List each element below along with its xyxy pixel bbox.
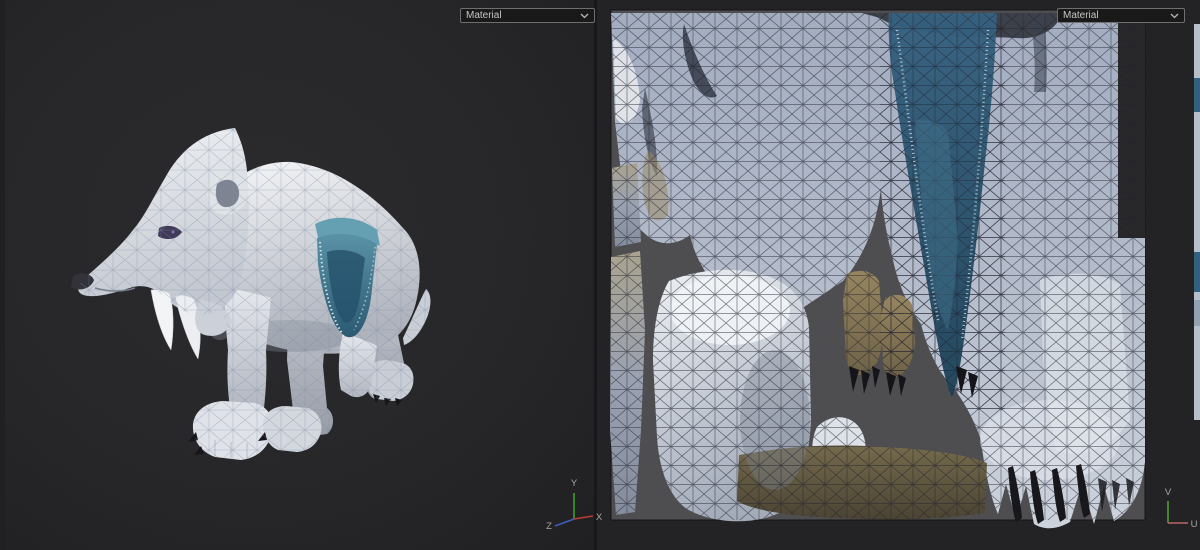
y-axis-label: Y: [571, 478, 578, 489]
material-selector-right[interactable]: Material: [1057, 8, 1185, 23]
z-axis-label: Z: [546, 521, 552, 532]
app-window: Material Y X Z Material V U: [0, 0, 1200, 550]
panel-divider: [594, 0, 597, 550]
material-selector-right-value: Material: [1063, 10, 1099, 21]
3d-viewport[interactable]: Material Y X Z: [0, 0, 603, 550]
z-axis-line: [554, 518, 575, 527]
wireframe-overlay: [78, 128, 431, 460]
lion-model-render: [71, 128, 431, 460]
x-axis-line: [573, 515, 594, 520]
chevron-down-icon: [580, 13, 589, 18]
axis-gizmo-3d: Y X Z: [546, 478, 603, 532]
material-selector-left[interactable]: Material: [460, 8, 595, 23]
x-axis-label: X: [596, 512, 603, 523]
axis-gizmo-uv: V U: [1165, 487, 1198, 530]
uv-editor[interactable]: Material V U: [596, 0, 1200, 550]
uv-texture-render: [610, 9, 1200, 529]
u-axis-label: U: [1191, 519, 1198, 530]
lion-model: [71, 128, 431, 460]
material-selector-left-value: Material: [466, 10, 502, 21]
texture-repeat-sliver: [1194, 24, 1200, 420]
chevron-down-icon: [1170, 13, 1179, 18]
v-axis-label: V: [1165, 487, 1172, 498]
